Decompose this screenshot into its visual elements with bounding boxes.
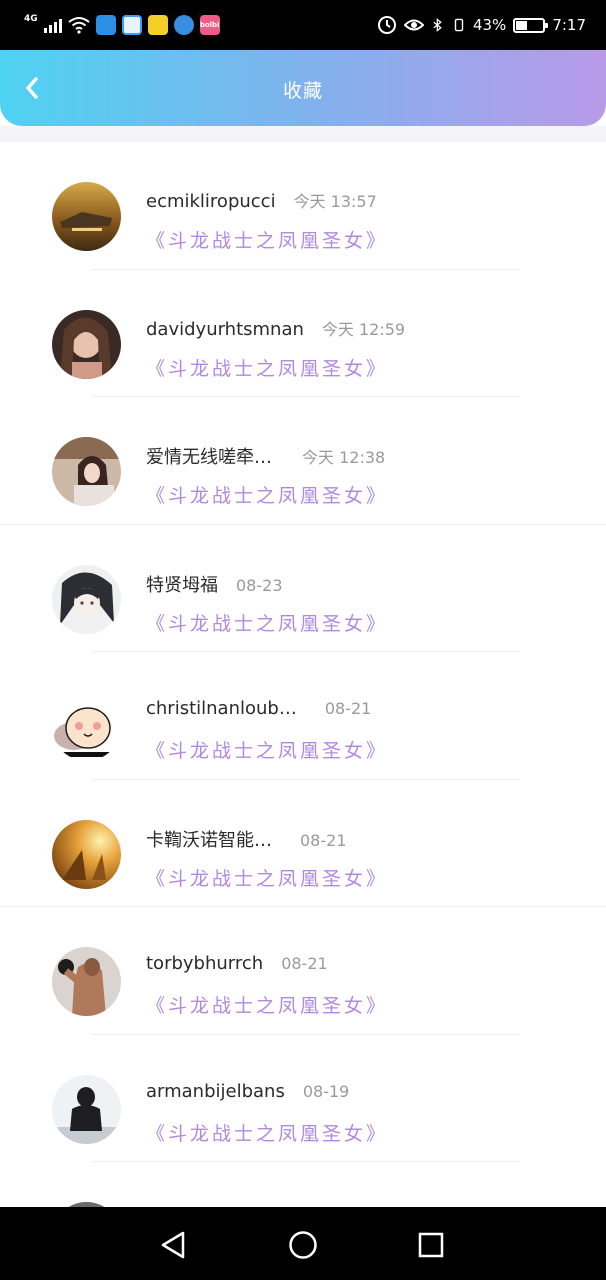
notification-app-icon <box>121 15 142 35</box>
timestamp: 今天 12:38 <box>302 448 386 467</box>
nav-recents-button[interactable] <box>411 1225 451 1265</box>
avatar[interactable] <box>52 1074 121 1144</box>
recents-square-icon <box>418 1232 444 1258</box>
username: 特贤坶福 08-23 <box>146 571 283 597</box>
work-title-link[interactable]: 《斗龙战士之凤凰圣女》 <box>146 609 388 636</box>
timestamp: 08-23 <box>236 575 283 595</box>
username: davidyurhtsmnan 今天 12:59 <box>146 316 405 340</box>
eye-comfort-icon <box>403 19 424 31</box>
username: 卡鞫沃诺智能… 08-21 <box>146 826 347 852</box>
work-title-link[interactable]: 《斗龙战士之凤凰圣女》 <box>146 864 388 891</box>
avatar[interactable] <box>52 437 121 506</box>
signal-icon <box>43 17 62 33</box>
system-nav-bar <box>0 1207 606 1280</box>
notification-app-icon <box>95 15 116 35</box>
username-text: 特贤坶福 <box>146 574 218 596</box>
clock: 7:17 <box>552 16 586 34</box>
username: armanbijelbans 08-19 <box>146 1081 349 1102</box>
work-title-link[interactable]: 《斗龙战士之凤凰圣女》 <box>146 1119 388 1146</box>
work-title-link[interactable]: 《斗龙战士之凤凰圣女》 <box>146 354 388 381</box>
username-text: torbybhurrch <box>146 953 264 974</box>
favorite-item[interactable]: davidyurhtsmnan 今天 12:59 《斗龙战士之凤凰圣女》 <box>0 270 606 397</box>
favorite-item[interactable]: 卡鞫沃诺智能… 08-21 《斗龙战士之凤凰圣女》 <box>0 780 606 907</box>
battery-percent: 43% <box>472 16 507 34</box>
avatar[interactable] <box>52 182 121 251</box>
nav-home-button[interactable] <box>283 1225 323 1265</box>
favorite-item-partial[interactable] <box>0 1162 606 1207</box>
username: 爱情无线嗟牵… 今天 12:38 <box>146 443 385 469</box>
header-spacer <box>0 126 606 142</box>
header-bar: 收藏 <box>0 50 606 126</box>
home-circle-icon <box>289 1231 317 1259</box>
notification-app-icon: bolbi <box>199 15 220 35</box>
favorite-item[interactable]: armanbijelbans 08-19 《斗龙战士之凤凰圣女》 <box>0 1035 606 1162</box>
page-title: 收藏 <box>282 80 323 102</box>
favorite-item[interactable]: torbybhurrch 08-21 《斗龙战士之凤凰圣女》 <box>0 907 606 1035</box>
nav-back-button[interactable] <box>153 1225 193 1265</box>
favorites-list[interactable]: ecmikliropucci 今天 13:57 《斗龙战士之凤凰圣女》 david… <box>0 142 606 1207</box>
timestamp: 08-21 <box>300 830 347 850</box>
username-text: 卡鞫沃诺智能… <box>146 829 272 851</box>
timestamp: 08-19 <box>302 1081 350 1101</box>
username-text: 爱情无线嗟牵… <box>146 447 272 468</box>
avatar[interactable] <box>52 692 121 761</box>
timestamp: 08-21 <box>281 954 328 973</box>
back-triangle-icon <box>161 1231 185 1259</box>
wifi-icon <box>68 17 90 34</box>
username-text: armanbijelbans <box>146 1080 285 1102</box>
work-title-link[interactable]: 《斗龙战士之凤凰圣女》 <box>146 226 388 253</box>
bluetooth-icon <box>433 18 442 32</box>
username: ecmikliropucci 今天 13:57 <box>146 188 377 212</box>
timestamp: 今天 12:59 <box>321 319 406 339</box>
timestamp: 08-21 <box>324 699 372 718</box>
username-text: christilnanloub… <box>146 698 297 719</box>
alarm-icon <box>377 16 396 34</box>
avatar[interactable] <box>52 947 121 1016</box>
favorite-item[interactable]: 爱情无线嗟牵… 今天 12:38 《斗龙战士之凤凰圣女》 <box>0 397 606 525</box>
work-title-link[interactable]: 《斗龙战士之凤凰圣女》 <box>146 736 388 763</box>
status-left: 4G bolbi <box>24 12 220 38</box>
username: torbybhurrch 08-21 <box>146 953 328 974</box>
status-bar: 4G bolbi 43% 7:17 <box>0 0 606 50</box>
timestamp: 今天 13:57 <box>293 192 377 211</box>
avatar[interactable] <box>52 309 121 379</box>
favorite-item[interactable]: 特贤坶福 08-23 《斗龙战士之凤凰圣女》 <box>0 525 606 652</box>
vibrate-icon <box>454 18 464 32</box>
work-title-link[interactable]: 《斗龙战士之凤凰圣女》 <box>146 481 388 508</box>
favorite-item[interactable]: christilnanloub… 08-21 《斗龙战士之凤凰圣女》 <box>0 652 606 780</box>
network-type: 4G <box>24 14 38 24</box>
notification-app-icon <box>147 15 168 35</box>
battery-icon <box>513 17 549 33</box>
work-title-link[interactable]: 《斗龙战士之凤凰圣女》 <box>146 991 388 1018</box>
username-text: davidyurhtsmnan <box>146 318 304 340</box>
notification-app-icon <box>173 15 194 35</box>
avatar[interactable] <box>52 819 121 889</box>
username: christilnanloub… 08-21 <box>146 698 371 719</box>
status-right: 43% 7:17 <box>377 12 586 38</box>
favorite-item[interactable]: ecmikliropucci 今天 13:57 《斗龙战士之凤凰圣女》 <box>0 142 606 270</box>
username-text: ecmikliropucci <box>146 191 276 212</box>
battery-fill <box>516 20 528 30</box>
avatar[interactable] <box>52 564 121 634</box>
